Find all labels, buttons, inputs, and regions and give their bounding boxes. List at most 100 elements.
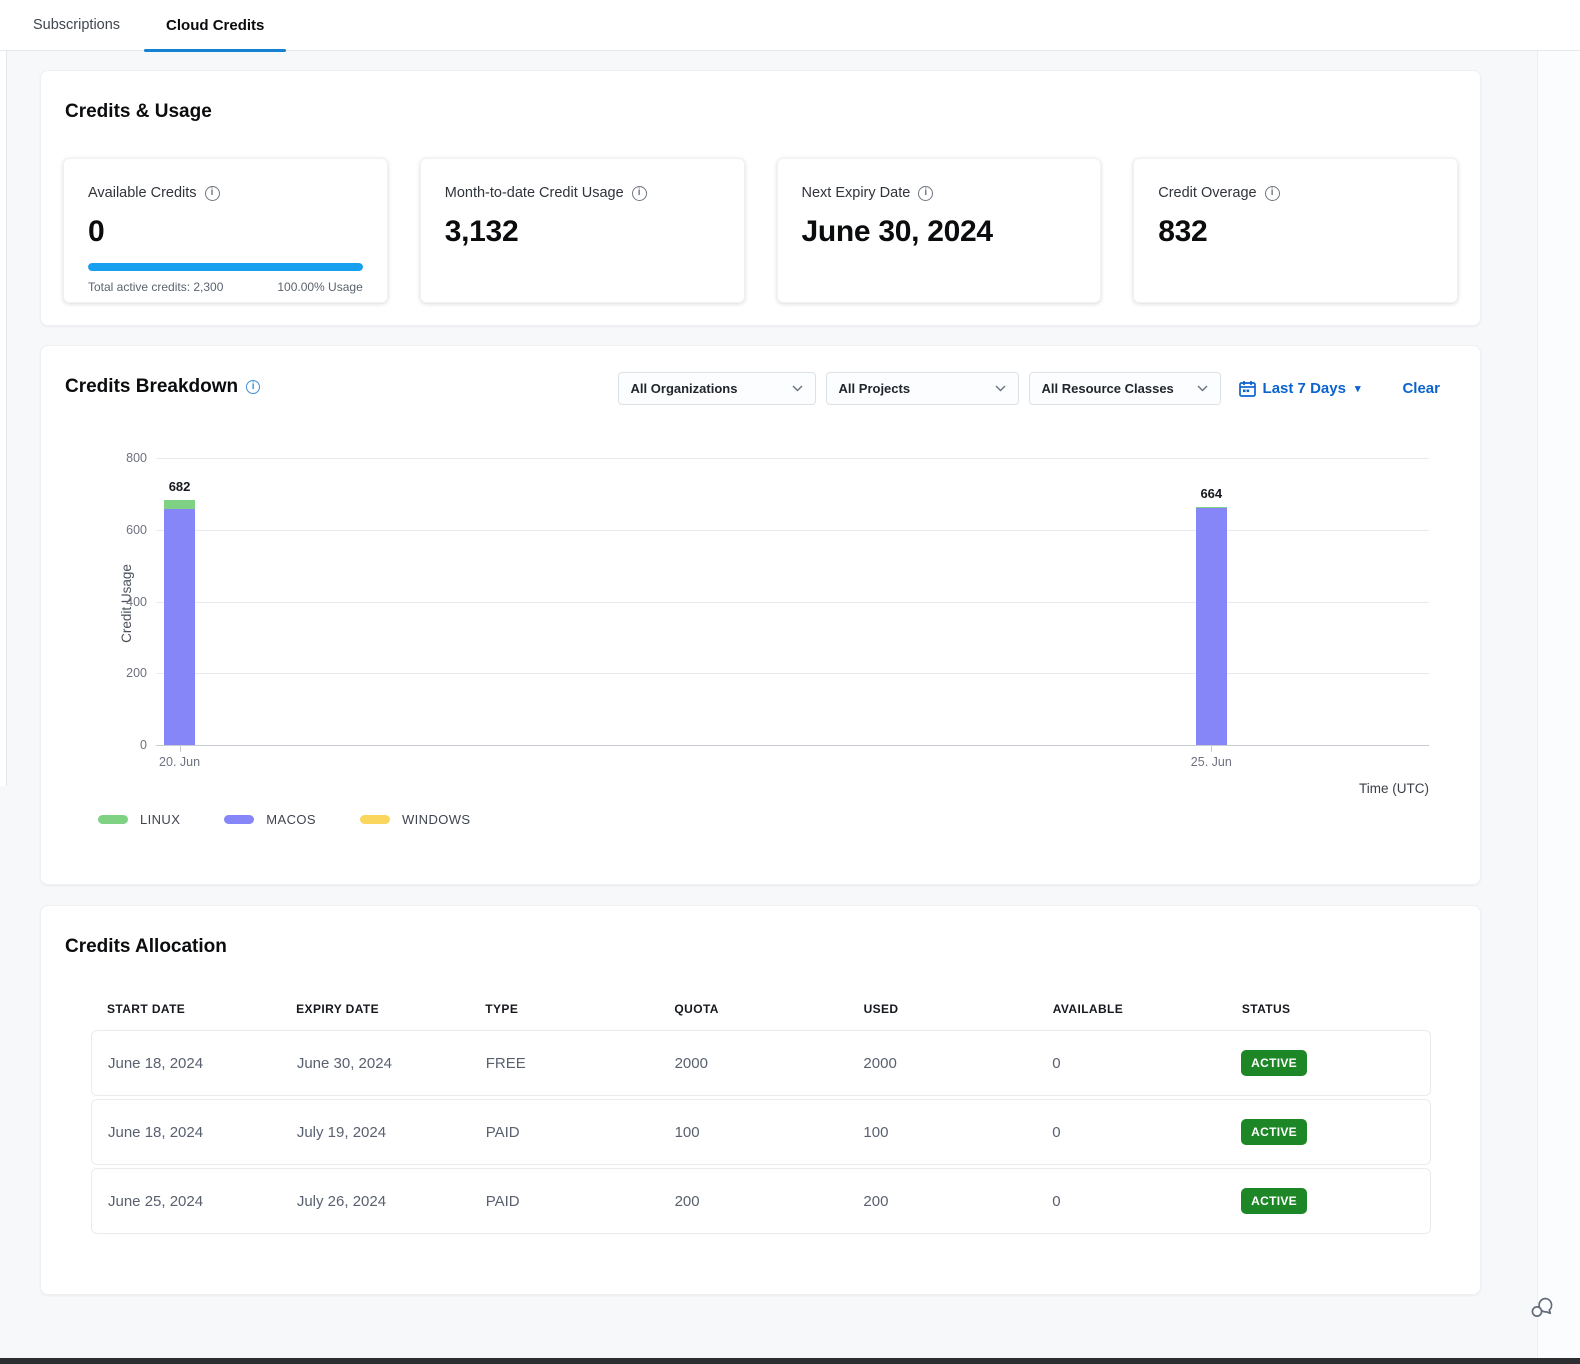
projects-dropdown[interactable]: All Projects bbox=[826, 372, 1019, 405]
credit-usage-progress-fill bbox=[88, 263, 363, 271]
status-badge: ACTIVE bbox=[1241, 1188, 1307, 1214]
available-credits-label-text: Available Credits bbox=[88, 185, 197, 201]
credits-usage-title: Credits & Usage bbox=[65, 101, 212, 123]
bar-segment-linux bbox=[164, 500, 195, 509]
cell-available: 0 bbox=[1052, 1055, 1241, 1072]
left-edge-strip bbox=[0, 51, 7, 786]
credits-allocation-title: Credits Allocation bbox=[65, 936, 227, 958]
status-badge: ACTIVE bbox=[1241, 1050, 1307, 1076]
x-tick-label: 20. Jun bbox=[140, 755, 220, 769]
next-expiry-value: June 30, 2024 bbox=[802, 215, 1077, 249]
cell-status: ACTIVE bbox=[1241, 1188, 1430, 1214]
stat-card-row: Available Credits i 0 Total active credi… bbox=[63, 158, 1458, 303]
bar-segment-macos bbox=[164, 509, 195, 745]
cell-start: June 25, 2024 bbox=[108, 1193, 297, 1210]
cell-quota: 200 bbox=[675, 1193, 864, 1210]
tab-cloud-credits-label: Cloud Credits bbox=[166, 17, 264, 34]
legend-item-linux[interactable]: LINUX bbox=[98, 812, 180, 827]
bottom-window-edge bbox=[0, 1358, 1580, 1364]
info-icon[interactable]: i bbox=[918, 186, 933, 201]
chart-bar[interactable] bbox=[1196, 507, 1227, 745]
legend-label: MACOS bbox=[266, 812, 316, 827]
legend-swatch bbox=[224, 815, 254, 824]
cell-status: ACTIVE bbox=[1241, 1119, 1430, 1145]
credit-overage-card: Credit Overage i 832 bbox=[1133, 158, 1458, 303]
credits-breakdown-section: Credits Breakdown i All Organizations Al… bbox=[40, 345, 1481, 885]
mtd-usage-value: 3,132 bbox=[445, 215, 720, 249]
credits-allocation-section: Credits Allocation START DATEEXPIRY DATE… bbox=[40, 905, 1481, 1295]
table-row: June 18, 2024July 19, 2024PAID1001000ACT… bbox=[91, 1099, 1431, 1165]
credits-allocation-table: START DATEEXPIRY DATETYPEQUOTAUSEDAVAILA… bbox=[91, 1002, 1431, 1237]
cell-expiry: July 26, 2024 bbox=[297, 1193, 486, 1210]
cell-start: June 18, 2024 bbox=[108, 1055, 297, 1072]
legend-item-windows[interactable]: WINDOWS bbox=[360, 812, 471, 827]
next-expiry-card: Next Expiry Date i June 30, 2024 bbox=[777, 158, 1102, 303]
y-tick-label: 0 bbox=[140, 738, 147, 752]
total-active-credits: Total active credits: 2,300 bbox=[88, 280, 223, 294]
tab-cloud-credits[interactable]: Cloud Credits bbox=[144, 0, 286, 51]
legend-item-macos[interactable]: MACOS bbox=[224, 812, 316, 827]
column-header: USED bbox=[864, 1002, 1053, 1016]
chart-gridline bbox=[156, 745, 1429, 746]
credit-usage-chart: Credit Usage 020040060080068220. Jun6642… bbox=[41, 446, 1480, 846]
mtd-usage-label: Month-to-date Credit Usage i bbox=[445, 185, 720, 201]
credit-overage-label-text: Credit Overage bbox=[1158, 185, 1256, 201]
resource-classes-dropdown[interactable]: All Resource Classes bbox=[1029, 372, 1221, 405]
table-header-row: START DATEEXPIRY DATETYPEQUOTAUSEDAVAILA… bbox=[91, 1002, 1431, 1016]
column-header: TYPE bbox=[485, 1002, 674, 1016]
table-row: June 18, 2024June 30, 2024FREE200020000A… bbox=[91, 1030, 1431, 1096]
info-icon[interactable]: i bbox=[632, 186, 647, 201]
chat-support-button[interactable] bbox=[1528, 1293, 1556, 1321]
next-expiry-label: Next Expiry Date i bbox=[802, 185, 1077, 201]
resource-classes-dropdown-value: All Resource Classes bbox=[1042, 381, 1174, 396]
legend-swatch bbox=[360, 815, 390, 824]
status-badge: ACTIVE bbox=[1241, 1119, 1307, 1145]
cell-quota: 2000 bbox=[675, 1055, 864, 1072]
cell-status: ACTIVE bbox=[1241, 1050, 1430, 1076]
organizations-dropdown[interactable]: All Organizations bbox=[618, 372, 816, 405]
mtd-usage-card: Month-to-date Credit Usage i 3,132 bbox=[420, 158, 745, 303]
cell-used: 200 bbox=[863, 1193, 1052, 1210]
column-header: QUOTA bbox=[674, 1002, 863, 1016]
cell-expiry: July 19, 2024 bbox=[297, 1124, 486, 1141]
credits-breakdown-title: Credits Breakdown i bbox=[65, 376, 260, 398]
top-tab-bar: Subscriptions Cloud Credits bbox=[0, 0, 1580, 51]
next-expiry-label-text: Next Expiry Date bbox=[802, 185, 911, 201]
chart-plot: 020040060080068220. Jun66425. Jun bbox=[156, 458, 1429, 745]
breakdown-filters: All Organizations All Projects All Resou… bbox=[618, 372, 1440, 405]
clear-filters-button[interactable]: Clear bbox=[1402, 380, 1440, 397]
y-tick-label: 800 bbox=[126, 451, 147, 465]
chart-gridline bbox=[156, 458, 1429, 459]
info-icon[interactable]: i bbox=[205, 186, 220, 201]
cell-available: 0 bbox=[1052, 1124, 1241, 1141]
info-icon[interactable]: i bbox=[1265, 186, 1280, 201]
credit-overage-label: Credit Overage i bbox=[1158, 185, 1433, 201]
cell-type: PAID bbox=[486, 1193, 675, 1210]
chart-gridline bbox=[156, 673, 1429, 674]
y-tick-label: 600 bbox=[126, 523, 147, 537]
scrollbar-gutter[interactable] bbox=[1537, 51, 1580, 1358]
cell-available: 0 bbox=[1052, 1193, 1241, 1210]
column-header: STATUS bbox=[1242, 1002, 1431, 1016]
info-icon[interactable]: i bbox=[246, 380, 260, 394]
chart-bar[interactable] bbox=[164, 500, 195, 745]
calendar-icon bbox=[1239, 380, 1256, 397]
available-credits-value: 0 bbox=[88, 215, 363, 249]
cell-expiry: June 30, 2024 bbox=[297, 1055, 486, 1072]
chevron-down-icon bbox=[995, 385, 1006, 392]
x-axis-tick bbox=[1211, 746, 1212, 752]
credits-usage-section: Credits & Usage Available Credits i 0 To… bbox=[40, 70, 1481, 326]
available-credits-label: Available Credits i bbox=[88, 185, 363, 201]
credits-breakdown-title-text: Credits Breakdown bbox=[65, 376, 238, 398]
cell-used: 2000 bbox=[863, 1055, 1052, 1072]
legend-label: LINUX bbox=[140, 812, 180, 827]
organizations-dropdown-value: All Organizations bbox=[631, 381, 738, 396]
tab-subscriptions[interactable]: Subscriptions bbox=[23, 0, 130, 51]
chart-gridline bbox=[156, 530, 1429, 531]
active-tab-underline bbox=[144, 49, 286, 52]
cell-quota: 100 bbox=[675, 1124, 864, 1141]
date-range-picker[interactable]: Last 7 Days ▾ bbox=[1239, 380, 1361, 397]
cell-type: FREE bbox=[486, 1055, 675, 1072]
y-tick-label: 400 bbox=[126, 595, 147, 609]
bar-segment-macos bbox=[1196, 508, 1227, 745]
